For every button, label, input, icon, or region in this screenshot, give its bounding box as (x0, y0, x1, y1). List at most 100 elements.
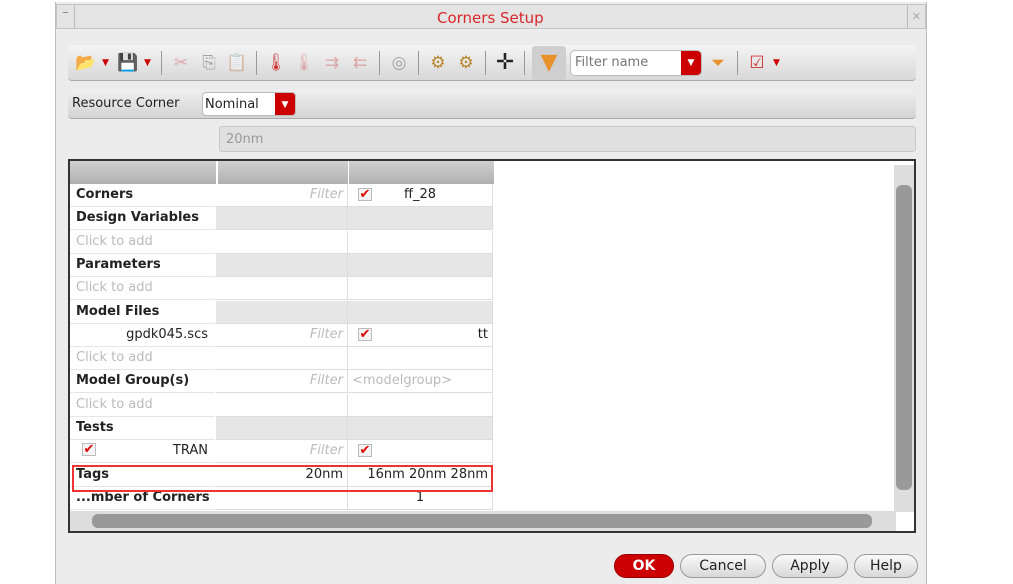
disabled-icon[interactable]: ◎ (387, 51, 411, 75)
resource-corner-select[interactable]: Nominal ▼ (202, 92, 296, 116)
scrollbar-thumb[interactable] (92, 514, 872, 528)
corner-cell[interactable] (348, 253, 493, 277)
value-cell[interactable] (216, 417, 348, 440)
row-label[interactable]: Parameters (70, 253, 216, 277)
table-row[interactable]: Click to add (70, 230, 493, 254)
checkbox[interactable]: ✔ (358, 327, 372, 341)
move-left-icon[interactable]: ⇇ (348, 51, 372, 75)
horizontal-scrollbar[interactable] (70, 511, 896, 531)
table-row[interactable]: ...mber of Corners 1 (70, 486, 493, 510)
corner-cell[interactable] (348, 230, 493, 254)
add-corner-icon[interactable]: 🌡 (264, 51, 288, 75)
corner-cell[interactable]: 1 (348, 486, 493, 510)
value-cell[interactable] (216, 230, 348, 254)
row-label[interactable]: Click to add (70, 393, 216, 417)
corner-cell[interactable]: <modelgroup> (348, 370, 493, 394)
checkbox[interactable]: ✔ (358, 188, 372, 201)
value-cell[interactable]: Filter (216, 440, 348, 464)
row-label[interactable]: Corners (70, 184, 216, 207)
close-button[interactable]: ✕ (907, 5, 925, 28)
ok-button[interactable]: OK (614, 554, 674, 578)
save-csv-icon[interactable]: 💾 (116, 51, 140, 75)
chevron-down-icon[interactable]: ▼ (773, 58, 783, 68)
corner-cell[interactable] (348, 393, 493, 417)
row-label[interactable]: gpdk045.scs (70, 323, 216, 347)
row-label[interactable]: ...mber of Corners (70, 486, 216, 510)
checkbox[interactable]: ✔ (82, 443, 96, 457)
copy-icon[interactable]: ⎘ (197, 51, 221, 75)
row-label[interactable]: Model Files (70, 300, 216, 324)
table-row[interactable]: Design Variables (70, 207, 493, 231)
value-cell[interactable] (216, 253, 348, 277)
corner-cell[interactable] (348, 300, 493, 324)
filter-icon[interactable]: ▼ (532, 45, 566, 80)
move-right-icon[interactable]: ⇉ (320, 51, 344, 75)
table-row[interactable]: Click to add (70, 347, 493, 371)
table-row[interactable]: Model Group(s) Filter <modelgroup> (70, 370, 493, 394)
corner-cell[interactable] (348, 417, 493, 440)
row-label[interactable]: Click to add (70, 347, 216, 371)
value-cell[interactable] (216, 347, 348, 371)
help-button[interactable]: Help (854, 554, 918, 578)
separator (161, 50, 162, 75)
corners-setup-dialog: – Corners Setup ✕ 📂 ▼ 💾 ▼ ✂ ⎘ 📋 🌡 🌡 ⇉ ⇇ ◎ … (55, 2, 927, 584)
row-label[interactable]: Tests (70, 417, 216, 440)
paste-icon[interactable]: 📋 (225, 51, 249, 75)
move-icon[interactable]: ✛ (493, 50, 517, 75)
cancel-button[interactable]: Cancel (680, 554, 766, 578)
value-cell[interactable] (216, 300, 348, 324)
settings-copy-icon[interactable]: ⚙ (454, 51, 478, 75)
corner-cell[interactable] (348, 207, 493, 231)
table-row[interactable]: Corners Filter ✔ ff_28 (70, 184, 493, 207)
row-label[interactable]: Model Group(s) (70, 370, 216, 394)
chevron-down-icon[interactable]: ▼ (275, 93, 295, 115)
value-cell[interactable]: Filter (216, 323, 348, 347)
value-cell[interactable]: Filter (216, 184, 348, 207)
cut-icon[interactable]: ✂ (169, 51, 193, 75)
table-row[interactable]: Parameters (70, 253, 493, 277)
delete-corner-icon[interactable]: 🌡 (292, 51, 316, 75)
column-header[interactable] (218, 161, 348, 184)
value-cell[interactable]: Filter (216, 370, 348, 394)
corner-cell[interactable] (348, 277, 493, 301)
table-row[interactable]: Click to add (70, 393, 493, 417)
value-cell[interactable]: 20nm (216, 463, 348, 487)
vertical-scrollbar[interactable] (894, 165, 914, 512)
row-label[interactable]: Tags (70, 463, 216, 487)
chevron-down-icon[interactable]: ▼ (144, 58, 154, 68)
corner-cell[interactable]: ✔ ff_28 (348, 184, 493, 207)
apply-button[interactable]: Apply (772, 554, 848, 578)
window-menu-button[interactable]: – (57, 5, 75, 28)
clear-filter-icon[interactable]: ⏷ (706, 51, 730, 75)
table-row[interactable]: Tests (70, 417, 493, 440)
row-label[interactable]: Click to add (70, 277, 216, 301)
corner-cell[interactable]: ✔ tt (348, 323, 493, 347)
settings-icon[interactable]: ⚙ (426, 51, 450, 75)
column-header[interactable] (349, 161, 494, 184)
filter-name-input[interactable] (571, 50, 681, 75)
value-cell[interactable] (216, 486, 348, 510)
value-cell[interactable] (216, 207, 348, 231)
filter-name-combo[interactable]: ▼ (570, 49, 702, 76)
chevron-down-icon[interactable]: ▼ (102, 58, 112, 68)
table-row[interactable]: Tags 20nm 16nm 20nm 28nm (70, 463, 493, 487)
corner-cell[interactable]: ✔ (348, 440, 493, 464)
table-row[interactable]: gpdk045.scs Filter ✔ tt (70, 323, 493, 347)
corner-cell[interactable]: 16nm 20nm 28nm (348, 463, 493, 487)
view-options-icon[interactable]: ☑ (745, 51, 769, 75)
table-row[interactable]: ✔ TRAN Filter ✔ (70, 440, 493, 464)
corner-cell[interactable] (348, 347, 493, 371)
tag-field[interactable]: 20nm (219, 126, 916, 152)
value-cell[interactable] (216, 393, 348, 417)
table-row[interactable]: Model Files (70, 300, 493, 324)
value-cell[interactable] (216, 277, 348, 301)
row-label[interactable]: Click to add (70, 230, 216, 254)
chevron-down-icon[interactable]: ▼ (681, 50, 701, 75)
scrollbar-thumb[interactable] (896, 185, 912, 490)
row-label[interactable]: Design Variables (70, 207, 216, 231)
row-label-text: Click to add (76, 350, 153, 366)
open-csv-icon[interactable]: 📂 (74, 51, 98, 75)
row-label[interactable]: ✔ TRAN (70, 440, 216, 464)
table-row[interactable]: Click to add (70, 277, 493, 301)
checkbox[interactable]: ✔ (358, 444, 372, 458)
